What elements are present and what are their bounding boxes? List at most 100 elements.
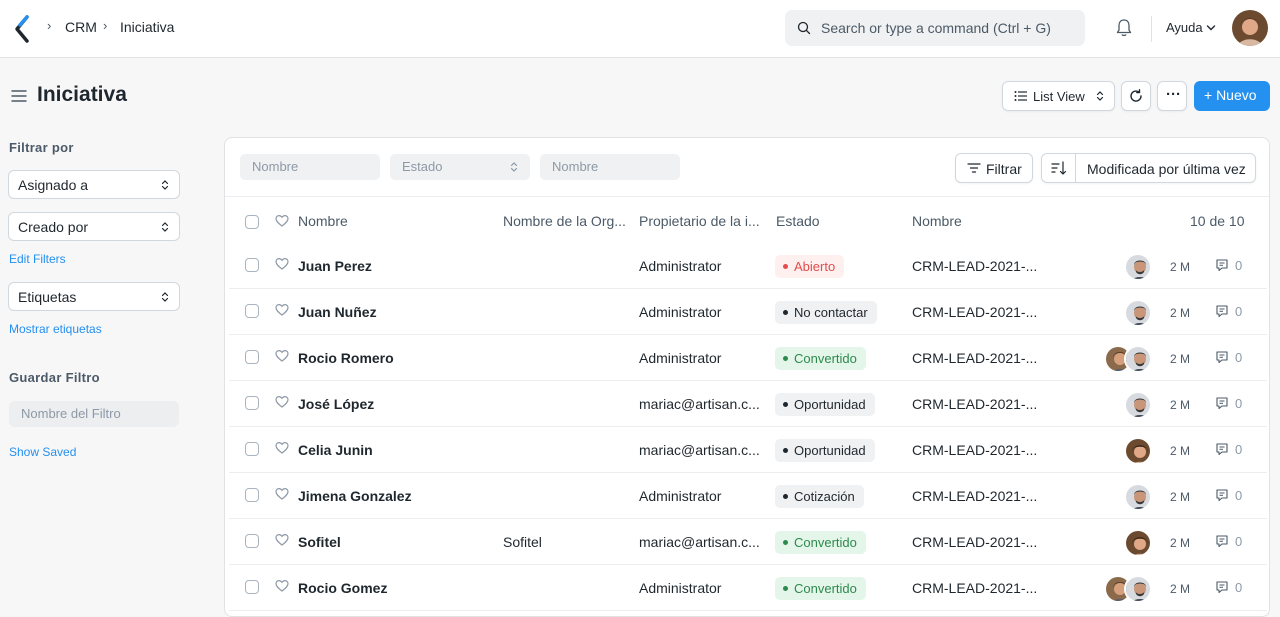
name-filter-input[interactable]: Nombre	[240, 154, 380, 180]
heart-icon[interactable]	[275, 303, 289, 317]
lead-owner: Administrator	[639, 580, 722, 596]
top-navbar: › CRM › Iniciativa Search or type a comm…	[0, 0, 1280, 58]
table-row[interactable]: Sofitel Sofitel mariac@artisan.c... Convert…	[229, 519, 1267, 565]
lead-id: CRM-LEAD-2021-...	[912, 350, 1038, 366]
row-checkbox[interactable]	[245, 442, 259, 456]
breadcrumb-crm[interactable]: CRM	[65, 19, 97, 35]
assignee-avatar[interactable]	[1124, 299, 1152, 327]
lead-id: CRM-LEAD-2021-...	[912, 488, 1038, 504]
app-logo-icon[interactable]	[12, 14, 32, 44]
row-checkbox[interactable]	[245, 488, 259, 502]
heart-icon[interactable]	[275, 441, 289, 455]
assigned-to-select[interactable]: Asignado a	[8, 170, 180, 199]
name2-filter-input[interactable]: Nombre	[540, 154, 680, 180]
filter-button[interactable]: Filtrar	[955, 153, 1033, 183]
status-badge[interactable]: Convertido	[775, 531, 866, 554]
heart-icon[interactable]	[275, 214, 289, 228]
lead-owner: Administrator	[639, 258, 722, 274]
sort-selector[interactable]: Modificada por última vez	[1041, 153, 1256, 183]
filter-name-input[interactable]: Nombre del Filtro	[9, 401, 179, 427]
table-row[interactable]: Rocio Gomez Administrator Convertido CRM-LE…	[229, 565, 1267, 611]
lead-owner: Administrator	[639, 304, 722, 320]
row-checkbox[interactable]	[245, 350, 259, 364]
status-badge[interactable]: Oportunidad	[775, 439, 875, 462]
tags-select[interactable]: Etiquetas	[8, 282, 180, 311]
modified-time: 2 M	[1170, 490, 1191, 504]
new-button-label: + Nuevo	[1204, 87, 1257, 103]
help-menu[interactable]: Ayuda	[1166, 20, 1203, 35]
status-filter-select[interactable]: Estado	[390, 154, 530, 180]
comment-count: 0	[1235, 442, 1243, 457]
lead-name[interactable]: Celia Junin	[298, 442, 373, 458]
edit-filters-link[interactable]: Edit Filters	[9, 252, 66, 266]
lead-name[interactable]: Juan Perez	[298, 258, 372, 274]
status-badge[interactable]: Oportunidad	[775, 393, 875, 416]
show-saved-link[interactable]: Show Saved	[9, 445, 76, 459]
breadcrumb-iniciativa[interactable]: Iniciativa	[120, 19, 174, 35]
column-header-code[interactable]: Nombre	[912, 213, 962, 229]
column-header-name[interactable]: Nombre	[298, 213, 348, 229]
bell-icon[interactable]	[1115, 18, 1133, 38]
status-badge[interactable]: Cotización	[775, 485, 864, 508]
assignee-avatar[interactable]	[1124, 575, 1152, 603]
sort-order-button[interactable]	[1042, 154, 1076, 182]
table-row[interactable]: Rocio Romero Administrator Convertido CRM-L…	[229, 335, 1267, 381]
lead-name[interactable]: Sofitel	[298, 534, 341, 550]
sidebar-toggle-icon[interactable]	[11, 89, 27, 103]
row-checkbox[interactable]	[245, 534, 259, 548]
table-row[interactable]: Jimena Gonzalez Administrator Cotización CR…	[229, 473, 1267, 519]
assignee-avatar[interactable]	[1124, 253, 1152, 281]
status-badge[interactable]: Convertido	[775, 347, 866, 370]
more-menu-button[interactable]: ···	[1157, 81, 1187, 111]
row-checkbox[interactable]	[245, 580, 259, 594]
assignee-avatar[interactable]	[1124, 345, 1152, 373]
table-row[interactable]: Celia Junin mariac@artisan.c... Oportunida…	[229, 427, 1267, 473]
lead-name[interactable]: Rocio Romero	[298, 350, 394, 366]
assignee-avatar[interactable]	[1124, 529, 1152, 557]
search-icon	[797, 21, 811, 35]
comment-icon	[1216, 489, 1228, 502]
created-by-select[interactable]: Creado por	[8, 212, 180, 241]
status-label: Convertido	[794, 351, 857, 366]
column-header-owner[interactable]: Propietario de la i...	[639, 213, 760, 229]
search-bar[interactable]: Search or type a command (Ctrl + G)	[785, 10, 1085, 46]
status-label: Abierto	[794, 259, 836, 274]
lead-name[interactable]: José López	[298, 396, 374, 412]
comment-icon	[1216, 259, 1228, 272]
show-tags-link[interactable]: Mostrar etiquetas	[9, 322, 102, 336]
lead-name[interactable]: Jimena Gonzalez	[298, 488, 412, 504]
table-row[interactable]: José López mariac@artisan.c... Oportunidad…	[229, 381, 1267, 427]
table-row[interactable]: Juan Perez Administrator Abierto CRM-LEAD-2…	[229, 243, 1267, 289]
heart-icon[interactable]	[275, 579, 289, 593]
lead-id: CRM-LEAD-2021-...	[912, 534, 1038, 550]
assignee-avatar[interactable]	[1124, 437, 1152, 465]
heart-icon[interactable]	[275, 395, 289, 409]
select-all-checkbox[interactable]	[245, 215, 259, 229]
column-header-status[interactable]: Estado	[776, 213, 820, 229]
row-checkbox[interactable]	[245, 396, 259, 410]
user-avatar[interactable]	[1232, 10, 1268, 46]
table-row[interactable]: Juan Nuñez Administrator No contactar CRM-L…	[229, 289, 1267, 335]
lead-name[interactable]: Rocio Gomez	[298, 580, 387, 596]
row-checkbox[interactable]	[245, 258, 259, 272]
assignee-avatar[interactable]	[1124, 483, 1152, 511]
column-header-org[interactable]: Nombre de la Org...	[503, 213, 626, 229]
heart-icon[interactable]	[275, 349, 289, 363]
lead-name[interactable]: Juan Nuñez	[298, 304, 377, 320]
modified-time: 2 M	[1170, 260, 1191, 274]
status-badge[interactable]: No contactar	[775, 301, 877, 324]
heart-icon[interactable]	[275, 487, 289, 501]
lead-id: CRM-LEAD-2021-...	[912, 442, 1038, 458]
heart-icon[interactable]	[275, 257, 289, 271]
status-badge[interactable]: Convertido	[775, 577, 866, 600]
chevron-down-icon[interactable]	[1206, 24, 1216, 32]
heart-icon[interactable]	[275, 533, 289, 547]
list-view-selector[interactable]: List View	[1002, 81, 1115, 111]
comment-icon	[1216, 397, 1228, 410]
status-badge[interactable]: Abierto	[775, 255, 845, 278]
new-button[interactable]: + Nuevo	[1194, 81, 1270, 111]
row-checkbox[interactable]	[245, 304, 259, 318]
refresh-button[interactable]	[1121, 81, 1151, 111]
comment-icon	[1216, 351, 1228, 364]
assignee-avatar[interactable]	[1124, 391, 1152, 419]
